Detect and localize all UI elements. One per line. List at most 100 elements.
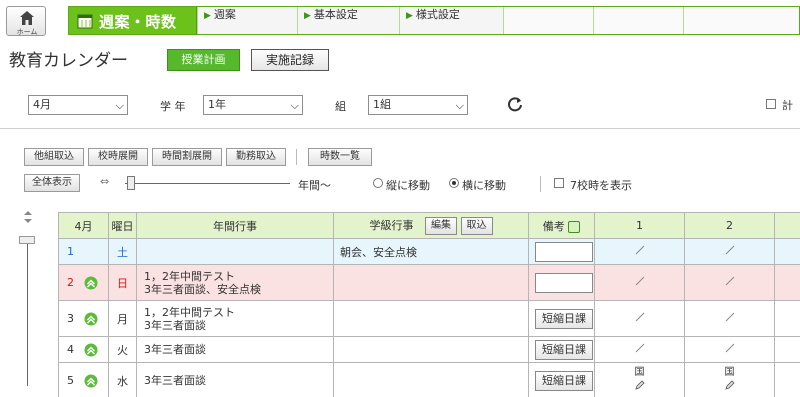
month-select[interactable]: 4月 ⌵ [28, 95, 128, 115]
subject-label: 国 [724, 367, 735, 378]
horizontal-move-label: 横に移動 [462, 179, 506, 192]
vertical-slider-handle[interactable] [19, 236, 35, 244]
header-class-events: 学級行事 編集 取込 [333, 212, 529, 239]
lesson-plan-button[interactable]: 授業計画 [167, 49, 240, 71]
slash-icon [725, 343, 734, 353]
period-cell[interactable] [594, 264, 685, 301]
period-cell[interactable] [594, 336, 685, 363]
separator [296, 149, 297, 165]
slash-icon [725, 276, 734, 286]
import-other-class-button[interactable]: 他組取込 [24, 148, 84, 166]
tab-label: 週案 [213, 8, 236, 21]
show-7th-period-checkbox[interactable] [554, 178, 564, 188]
show-all-button[interactable]: 全体表示 [24, 174, 80, 192]
module-nav-bar: 週案・時数 ▶ 週案 ▶ 基本設定 ▶ 様式設定 [68, 6, 800, 35]
class-select[interactable]: 1組 ⌵ [368, 95, 468, 115]
hours-list-button[interactable]: 時数一覧 [308, 148, 372, 166]
period-cell[interactable] [594, 300, 685, 337]
vertical-slider-track [27, 236, 28, 386]
tab-format-settings[interactable]: ▶ 様式設定 [399, 7, 503, 34]
chevron-up-icon[interactable] [84, 374, 98, 388]
chevron-up-icon[interactable] [84, 343, 98, 357]
zoom-slider-handle[interactable] [127, 176, 135, 190]
header-class-events-label: 学級行事 [369, 218, 414, 232]
chevron-down-icon: ⌵ [115, 99, 124, 112]
period-cell[interactable] [684, 238, 775, 265]
chevron-down-icon: ⌵ [290, 99, 299, 112]
period-cell[interactable] [774, 362, 800, 397]
pencil-icon[interactable] [724, 379, 736, 391]
note-cell [528, 264, 595, 301]
period-cell[interactable] [684, 264, 775, 301]
module-title[interactable]: 週案・時数 [69, 7, 197, 34]
zoom-slider-track [125, 183, 290, 184]
note-cell: 短縮日課 [528, 362, 595, 397]
class-event-cell[interactable] [333, 300, 529, 337]
triangle-right-icon: ▶ [406, 11, 413, 21]
range-label: 年間～ [298, 179, 331, 192]
day-number: 5 [67, 373, 74, 387]
period-cell[interactable]: 国 [594, 362, 685, 397]
period-cell[interactable] [774, 336, 800, 363]
weekday-cell: 月 [108, 300, 137, 337]
tab-empty [503, 7, 593, 34]
day-number: 4 [67, 342, 74, 356]
vertical-move-radio[interactable] [373, 178, 383, 188]
header-period-2: 2 [684, 212, 775, 239]
annual-event-line: 1，2年中間テスト [144, 269, 235, 283]
vertical-resize-icon[interactable] [22, 211, 34, 223]
import-button[interactable]: 取込 [460, 216, 493, 235]
period-cell[interactable]: 国 [684, 362, 775, 397]
header-weekday: 曜日 [108, 212, 137, 239]
expand-periods-button[interactable]: 校時展開 [88, 148, 148, 166]
day-cell: 2 [58, 264, 109, 301]
grade-select[interactable]: 1年 ⌵ [203, 95, 303, 115]
horizontal-move-radio[interactable] [449, 178, 459, 188]
annual-event-cell[interactable]: 1，2年中間テスト 3年三者面談 [136, 300, 334, 337]
period-cell[interactable] [684, 336, 775, 363]
home-button[interactable]: ホーム [6, 6, 46, 36]
record-button[interactable]: 実施記録 [251, 49, 329, 71]
day-cell: 5 [58, 362, 109, 397]
period-cell[interactable] [594, 238, 685, 265]
note-input[interactable] [535, 241, 593, 262]
short-schedule-button[interactable]: 短縮日課 [535, 308, 593, 329]
header-period-3 [774, 212, 800, 239]
class-event-cell[interactable] [333, 336, 529, 363]
annual-event-cell[interactable]: 1，2年中間テスト 3年三者面談、安全点検 [136, 264, 334, 301]
period-cell[interactable] [774, 238, 800, 265]
short-schedule-button[interactable]: 短縮日課 [535, 339, 593, 360]
annual-event-cell[interactable] [136, 238, 334, 265]
chevron-up-icon[interactable] [84, 276, 98, 290]
tab-basic-settings[interactable]: ▶ 基本設定 [297, 7, 399, 34]
table-row: 5 水 3年三者面談 短縮日課 国 国 [58, 362, 800, 397]
import-duty-button[interactable]: 勤務取込 [226, 148, 286, 166]
class-event-cell[interactable] [333, 264, 529, 301]
chevron-down-icon: ⌵ [455, 99, 464, 112]
class-label: 組 [335, 100, 346, 113]
note-toggle-icon[interactable] [568, 220, 581, 233]
expand-timetable-button[interactable]: 時間割展開 [152, 148, 222, 166]
right-checkbox[interactable] [766, 99, 776, 109]
period-cell[interactable] [684, 300, 775, 337]
period-cell[interactable] [774, 300, 800, 337]
annual-event-line: 1，2年中間テスト [144, 305, 235, 319]
class-event-cell[interactable] [333, 362, 529, 397]
pencil-icon[interactable] [634, 379, 646, 391]
top-nav: ホーム 週案・時数 ▶ 週案 ▶ 基本設定 ▶ 様式設定 [0, 0, 800, 38]
header-period-1: 1 [594, 212, 685, 239]
chevron-up-icon[interactable] [84, 312, 98, 326]
header-annual-events: 年間行事 [136, 212, 334, 239]
annual-event-cell[interactable]: 3年三者面談 [136, 336, 334, 363]
refresh-icon[interactable] [506, 95, 524, 113]
edit-button[interactable]: 編集 [425, 216, 457, 235]
note-input[interactable] [535, 272, 593, 293]
class-event-cell[interactable]: 朝会、安全点検 [333, 238, 529, 265]
day-cell: 4 [58, 336, 109, 363]
annual-event-cell[interactable]: 3年三者面談 [136, 362, 334, 397]
grade-select-value: 1年 [208, 98, 226, 111]
short-schedule-button[interactable]: 短縮日課 [535, 370, 593, 391]
tab-weekly-plan[interactable]: ▶ 週案 [197, 7, 297, 34]
calendar-icon [77, 14, 93, 29]
period-cell[interactable] [774, 264, 800, 301]
